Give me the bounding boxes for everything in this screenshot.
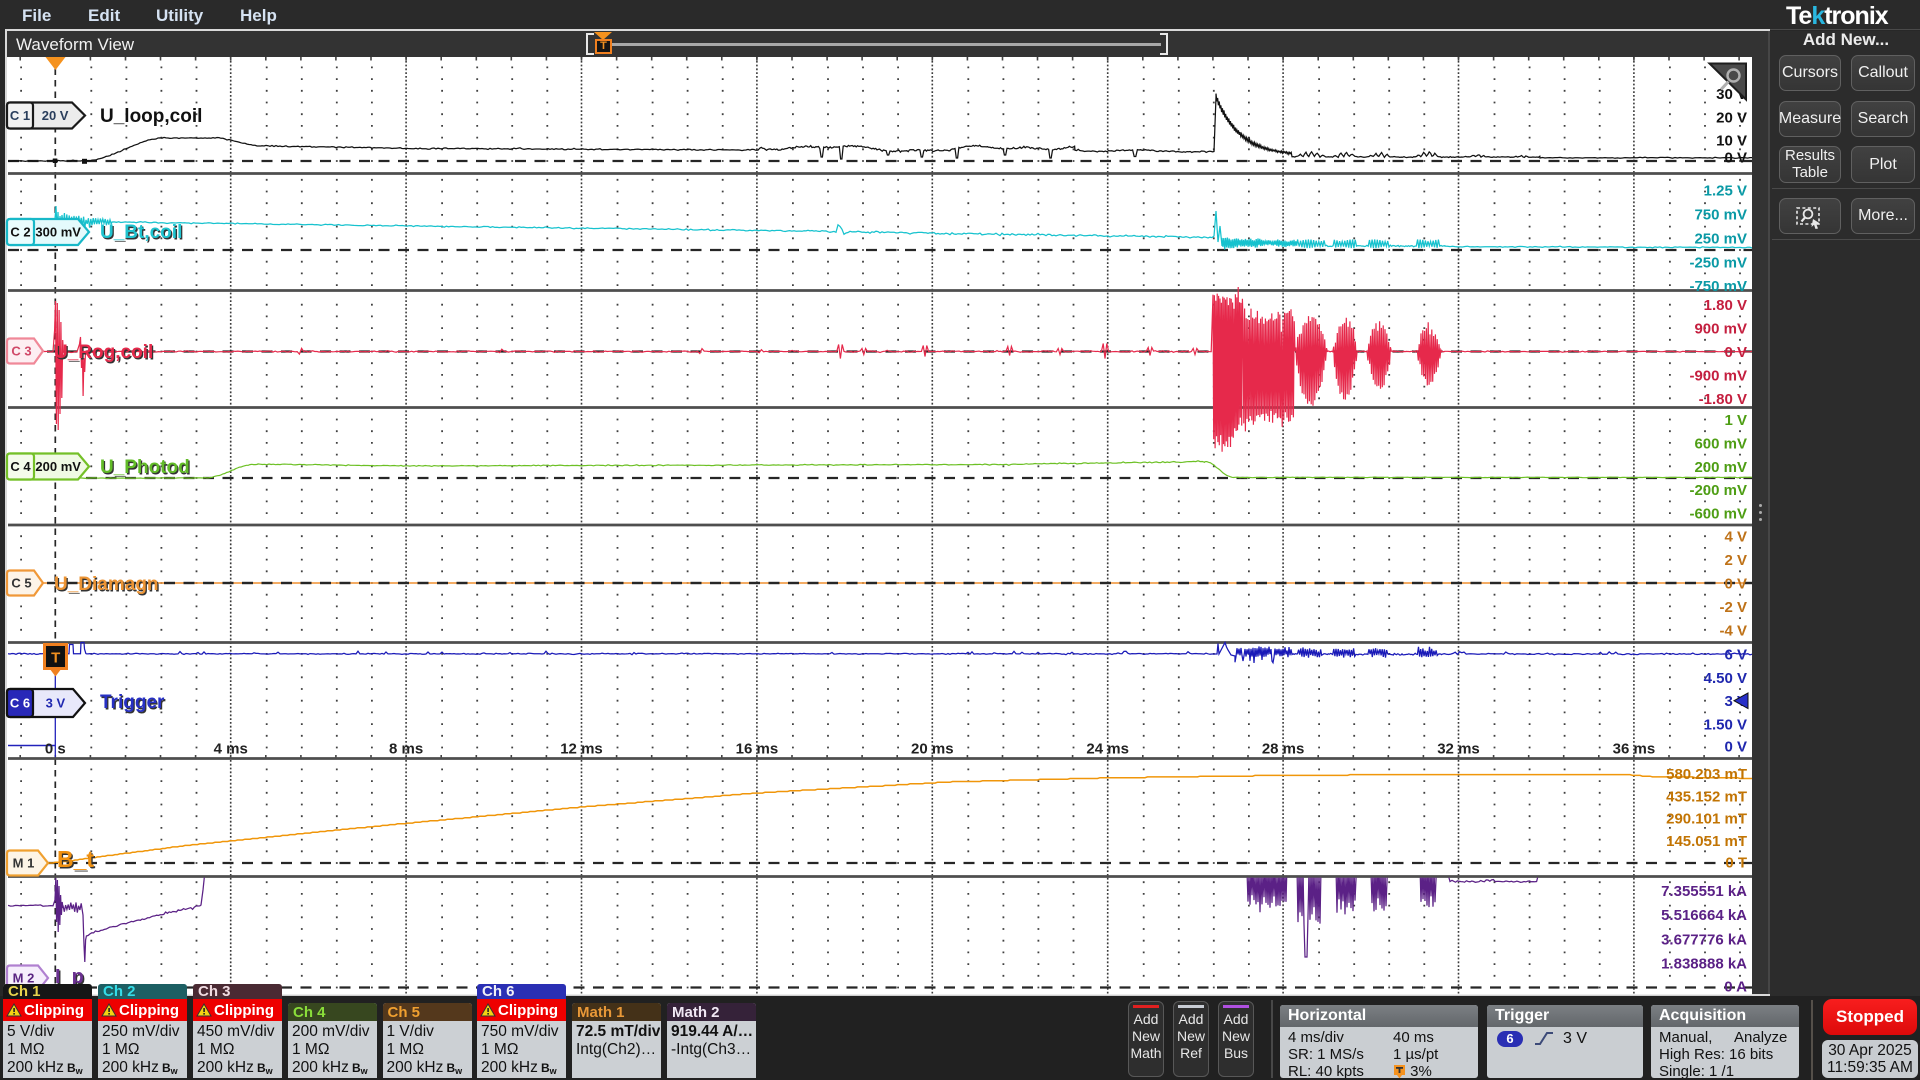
svg-text:C 3: C 3 xyxy=(11,344,31,359)
svg-text:0 V: 0 V xyxy=(1724,576,1747,593)
svg-text:U_Rog,coil: U_Rog,coil xyxy=(54,342,153,363)
svg-text:-600 mV: -600 mV xyxy=(1689,506,1747,523)
svg-text:7.355551 kA: 7.355551 kA xyxy=(1661,883,1747,900)
svg-text:-2 V: -2 V xyxy=(1719,599,1747,616)
svg-text:U_Bt,coil: U_Bt,coil xyxy=(100,222,182,243)
svg-text:U_Photod: U_Photod xyxy=(100,457,190,478)
svg-text:250 mV: 250 mV xyxy=(1694,231,1747,248)
svg-text:C 6: C 6 xyxy=(10,696,30,711)
svg-text:Trigger: Trigger xyxy=(100,692,165,713)
svg-text:-900 mV: -900 mV xyxy=(1689,367,1747,384)
svg-text:28 ms: 28 ms xyxy=(1262,741,1305,758)
svg-text:12 ms: 12 ms xyxy=(560,741,603,758)
svg-text:C 2: C 2 xyxy=(10,225,30,240)
svg-text:3 V: 3 V xyxy=(46,696,66,711)
svg-text:290.101 mT: 290.101 mT xyxy=(1666,811,1747,828)
svg-text:0 V: 0 V xyxy=(1724,739,1747,756)
svg-text:200 mV: 200 mV xyxy=(1694,459,1747,476)
svg-text:300 mV: 300 mV xyxy=(35,225,81,240)
svg-text:2 V: 2 V xyxy=(1724,552,1747,569)
svg-text:6 V: 6 V xyxy=(1724,646,1747,663)
svg-text:1 V: 1 V xyxy=(1724,412,1747,429)
svg-text:4 ms: 4 ms xyxy=(214,741,248,758)
svg-text:145.051 mT: 145.051 mT xyxy=(1666,833,1747,850)
svg-text:0 T: 0 T xyxy=(1725,855,1747,872)
svg-text:C 1: C 1 xyxy=(10,108,30,123)
svg-text:580.203 mT: 580.203 mT xyxy=(1666,766,1747,783)
svg-text:750 mV: 750 mV xyxy=(1694,207,1747,224)
svg-text:-250 mV: -250 mV xyxy=(1689,255,1747,272)
svg-text:B_t: B_t xyxy=(57,846,94,872)
svg-text:-4 V: -4 V xyxy=(1719,622,1747,639)
svg-text:1.25 V: 1.25 V xyxy=(1704,183,1747,200)
svg-text:0 V: 0 V xyxy=(1724,150,1747,167)
svg-text:200 mV: 200 mV xyxy=(35,459,81,474)
svg-text:32 ms: 32 ms xyxy=(1437,741,1480,758)
svg-text:600 mV: 600 mV xyxy=(1694,435,1747,452)
svg-text:1.50 V: 1.50 V xyxy=(1704,717,1747,734)
svg-text:U_loop,coil: U_loop,coil xyxy=(100,106,202,127)
svg-text:0 s: 0 s xyxy=(45,741,66,758)
svg-text:1.838888 kA: 1.838888 kA xyxy=(1661,956,1747,973)
svg-text:C 5: C 5 xyxy=(11,576,31,591)
svg-text:-750 mV: -750 mV xyxy=(1689,278,1747,295)
svg-text:-1.80 V: -1.80 V xyxy=(1699,391,1747,408)
svg-text:5.516664 kA: 5.516664 kA xyxy=(1661,907,1747,924)
svg-text:1.80 V: 1.80 V xyxy=(1704,297,1747,314)
svg-text:3.677776 kA: 3.677776 kA xyxy=(1661,931,1747,948)
svg-text:0 V: 0 V xyxy=(1724,344,1747,361)
svg-text:36 ms: 36 ms xyxy=(1613,741,1656,758)
svg-text:4 V: 4 V xyxy=(1724,529,1747,546)
svg-text:16 ms: 16 ms xyxy=(736,741,779,758)
svg-text:T: T xyxy=(51,650,60,667)
svg-text:10 V: 10 V xyxy=(1716,133,1747,150)
svg-text:20 ms: 20 ms xyxy=(911,741,954,758)
svg-text:U_Diamagn: U_Diamagn xyxy=(54,574,159,595)
svg-text:M 1: M 1 xyxy=(13,856,35,871)
svg-text:20 V: 20 V xyxy=(1716,109,1747,126)
svg-text:900 mV: 900 mV xyxy=(1694,321,1747,338)
svg-text:C 4: C 4 xyxy=(10,459,31,474)
svg-text:-200 mV: -200 mV xyxy=(1689,482,1747,499)
svg-text:4.50 V: 4.50 V xyxy=(1704,670,1747,687)
svg-text:435.152 mT: 435.152 mT xyxy=(1666,788,1747,805)
svg-text:20 V: 20 V xyxy=(42,108,69,123)
svg-text:24 ms: 24 ms xyxy=(1086,741,1129,758)
svg-text:8 ms: 8 ms xyxy=(389,741,423,758)
svg-text:0 A: 0 A xyxy=(1724,979,1747,996)
